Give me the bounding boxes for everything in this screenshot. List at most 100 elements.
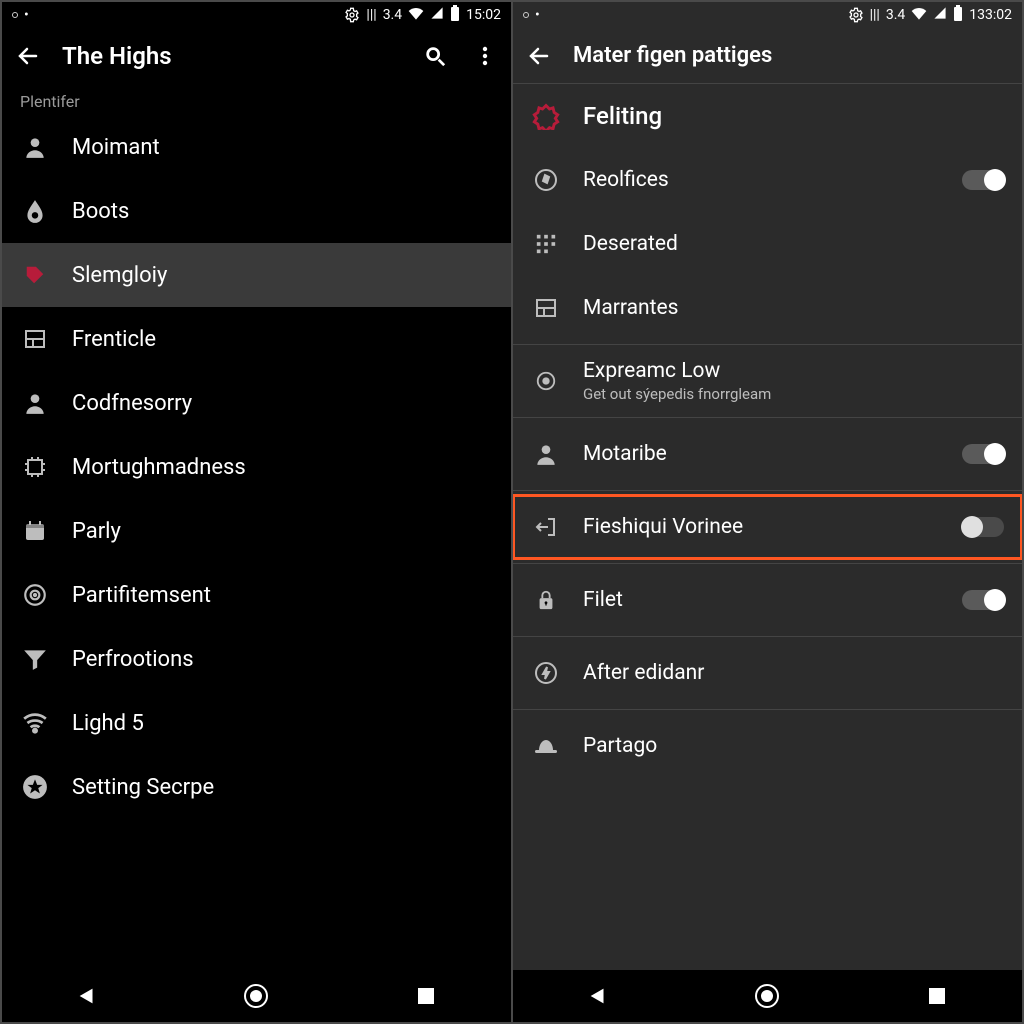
divider (513, 563, 1022, 564)
drop-icon (20, 196, 50, 226)
funnel-icon (20, 644, 50, 674)
right-item-fieshiqui-vorinee[interactable]: Fieshiqui Vorinee (513, 495, 1022, 559)
gear-icon (344, 7, 360, 23)
divider (513, 709, 1022, 710)
divider (513, 417, 1022, 418)
right-item-expreamc-low[interactable]: Expreamc Low Get out sýepedis fnorrgleam (513, 349, 1022, 413)
item-label: Expreamc Low (583, 359, 1004, 383)
status-time: 15:02 (466, 7, 501, 23)
gear-icon (848, 7, 864, 23)
item-label: Fieshiqui Vorinee (583, 515, 940, 539)
item-label: Partifitemsent (72, 583, 493, 608)
toggle-switch[interactable] (962, 170, 1004, 190)
right-item-after-edidanr[interactable]: After edidanr (513, 641, 1022, 705)
back-button[interactable] (523, 40, 555, 72)
item-subtitle: Get out sýepedis fnorrgleam (583, 385, 1004, 403)
left-item-frenticle[interactable]: Frenticle (2, 307, 511, 371)
panel-icon (531, 293, 561, 323)
menu-list: Moimant Boots Slemgloiy Frenticle Codfnesorr… (2, 115, 511, 970)
item-label: Mortughmadness (72, 455, 493, 480)
tag-icon (20, 260, 50, 290)
grid-icon (531, 229, 561, 259)
left-item-mortughmadness[interactable]: Mortughmadness (2, 435, 511, 499)
person-icon (20, 132, 50, 162)
battery-icon (450, 5, 460, 25)
wifi-icon (911, 6, 927, 24)
toggle-switch[interactable] (962, 444, 1004, 464)
toggle-switch[interactable] (962, 517, 1004, 537)
item-label: Frenticle (72, 327, 493, 352)
left-item-moimant[interactable]: Moimant (2, 115, 511, 179)
item-label: Parly (72, 519, 493, 544)
status-network-text: 3.4 (886, 7, 905, 23)
signal-icon (430, 6, 444, 24)
item-label: Setting Secrpe (72, 775, 493, 800)
left-item-lighd-5[interactable]: Lighd 5 (2, 691, 511, 755)
panel-icon (20, 324, 50, 354)
right-item-partago[interactable]: Partago (513, 714, 1022, 778)
status-bullet-icon: • (535, 7, 540, 23)
bolt-icon (531, 658, 561, 688)
right-item-reolfices[interactable]: Reolfices (513, 148, 1022, 212)
left-item-codfnesorry[interactable]: Codfnesorry (2, 371, 511, 435)
back-button[interactable] (12, 40, 44, 72)
section-header: Plentifer (2, 84, 511, 115)
item-label: Lighd 5 (72, 711, 493, 736)
overflow-menu-button[interactable] (469, 40, 501, 72)
bars-icon: ||| (366, 7, 376, 23)
exit-icon (531, 512, 561, 542)
left-item-setting-secrpe[interactable]: Setting Secrpe (2, 755, 511, 819)
nav-back-button[interactable] (578, 976, 618, 1016)
left-item-boots[interactable]: Boots (2, 179, 511, 243)
app-bar: The Highs (2, 28, 511, 84)
target-icon (20, 580, 50, 610)
item-label: Perfrootions (72, 647, 493, 672)
app-bar: Mater figen pattiges (513, 28, 1022, 84)
item-label: Motaribe (583, 442, 940, 466)
status-time: 133:02 (969, 7, 1012, 23)
lock-icon (531, 585, 561, 615)
divider (513, 344, 1022, 345)
item-label: Partago (583, 734, 1004, 758)
item-label: Codfnesorry (72, 391, 493, 416)
nav-home-button[interactable] (747, 976, 787, 1016)
nav-recent-button[interactable] (917, 976, 957, 1016)
right-item-marrantes[interactable]: Marrantes (513, 276, 1022, 340)
nav-home-button[interactable] (236, 976, 276, 1016)
item-label: Marrantes (583, 296, 1004, 320)
status-bar: • ||| 3.4 15:02 (2, 2, 511, 28)
signal-icon (933, 6, 947, 24)
nav-recent-button[interactable] (406, 976, 446, 1016)
right-item-deserated[interactable]: Deserated (513, 212, 1022, 276)
left-item-slemgloiy[interactable]: Slemgloiy (2, 243, 511, 307)
settings-header: Feliting (513, 84, 1022, 148)
toggle-switch[interactable] (962, 590, 1004, 610)
right-item-motaribe[interactable]: Motaribe (513, 422, 1022, 486)
ring-icon (531, 101, 561, 131)
divider (513, 636, 1022, 637)
right-item-filet[interactable]: Filet (513, 568, 1022, 632)
nav-bar (513, 970, 1022, 1022)
left-item-parly[interactable]: Parly (2, 499, 511, 563)
item-label: Filet (583, 588, 940, 612)
settings-header-label: Feliting (583, 102, 1004, 130)
item-label: Reolfices (583, 168, 940, 192)
wifi-icon (408, 6, 424, 24)
item-label: Boots (72, 199, 493, 224)
left-item-perfrootions[interactable]: Perfrootions (2, 627, 511, 691)
wifi-icon (20, 708, 50, 738)
status-network-text: 3.4 (383, 7, 402, 23)
star-icon (20, 772, 50, 802)
page-title: The Highs (62, 42, 401, 70)
left-item-partifitemsent[interactable]: Partifitemsent (2, 563, 511, 627)
radio-icon (531, 366, 561, 396)
hat-icon (531, 731, 561, 761)
calendar-icon (20, 516, 50, 546)
search-button[interactable] (419, 40, 451, 72)
person-icon (531, 439, 561, 469)
status-bullet-icon: • (24, 7, 29, 23)
compass-icon (531, 165, 561, 195)
nav-back-button[interactable] (67, 976, 107, 1016)
status-dot-icon (12, 12, 18, 18)
status-dot-icon (523, 12, 529, 18)
